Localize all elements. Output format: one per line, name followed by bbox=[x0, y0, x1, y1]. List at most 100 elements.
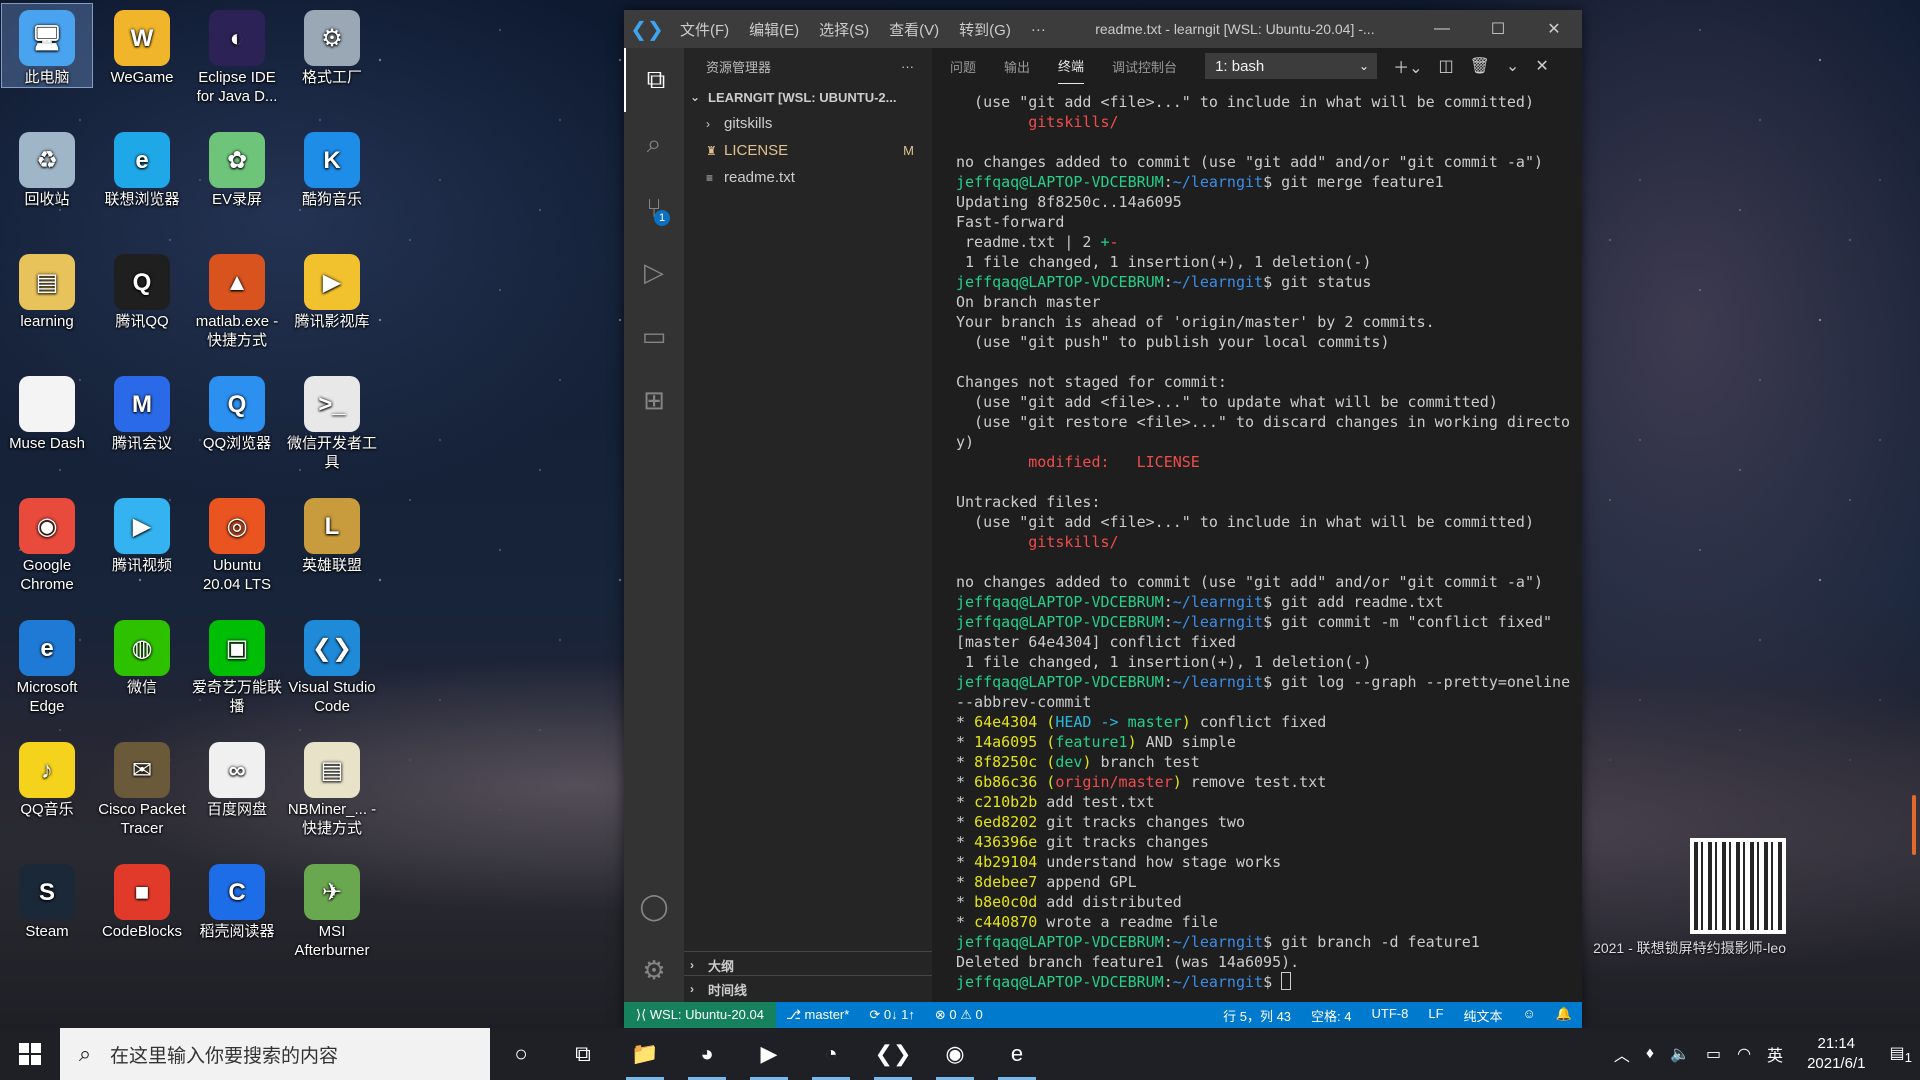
desktop-icon[interactable]: L 英雄联盟 bbox=[287, 492, 377, 575]
ubuntu-icon[interactable]: ◔ bbox=[800, 1028, 862, 1080]
desktop-icon[interactable]: ♻ 回收站 bbox=[2, 126, 92, 209]
sync-indicator[interactable]: ⟳ 0↓ 1↑ bbox=[859, 1007, 925, 1023]
desktop-icon[interactable]: ◉ Google Chrome bbox=[2, 492, 92, 594]
menu-file[interactable]: 文件(F) bbox=[670, 19, 739, 40]
chrome-icon[interactable]: ◉ bbox=[924, 1028, 986, 1080]
desktop-icon[interactable]: ✉ Cisco Packet Tracer bbox=[97, 736, 187, 838]
desktop-icon[interactable]: ▶ 腾讯视频 bbox=[97, 492, 187, 575]
desktop-icon[interactable]: ✈ MSI Afterburner bbox=[287, 858, 377, 960]
cursor-position[interactable]: 行 5，列 43 bbox=[1213, 1006, 1301, 1025]
explorer-more-icon[interactable]: ··· bbox=[901, 59, 914, 74]
extensions-icon[interactable]: ⊞ bbox=[624, 368, 684, 432]
desktop-icon[interactable]: ■ CodeBlocks bbox=[97, 858, 187, 941]
notifications-bell-icon[interactable]: 🔔 bbox=[1546, 1006, 1582, 1025]
desktop-icon[interactable]: Q QQ浏览器 bbox=[192, 370, 282, 453]
chevron-up-icon[interactable]: ︿ bbox=[1606, 1042, 1638, 1066]
tab-output[interactable]: 输出 bbox=[1004, 49, 1030, 84]
desktop-icon[interactable]: ❮❯ Visual Studio Code bbox=[287, 614, 377, 716]
terminal-output[interactable]: (use "git add <file>..." to include in w… bbox=[956, 92, 1572, 1002]
maximize-panel-icon[interactable]: ⌄ bbox=[1506, 56, 1519, 76]
lenovo-browser-icon[interactable]: e bbox=[986, 1028, 1048, 1080]
desktop-icon[interactable]: ⚙ 格式工厂 bbox=[287, 4, 377, 87]
desktop-icon[interactable]: ▲ matlab.exe - 快捷方式 bbox=[192, 248, 282, 350]
git-modified-badge: M bbox=[903, 143, 914, 158]
desktop-icon[interactable]: ▣ 爱奇艺万能联播 bbox=[192, 614, 282, 716]
desktop-icon[interactable]: ◎ Ubuntu 20.04 LTS bbox=[192, 492, 282, 594]
ime-indicator[interactable]: 英 bbox=[1759, 1042, 1791, 1066]
end-of-line[interactable]: LF bbox=[1418, 1006, 1453, 1025]
menu-view[interactable]: 查看(V) bbox=[879, 19, 949, 40]
tree-item-gitskills[interactable]: › gitskills bbox=[684, 110, 932, 137]
remote-indicator[interactable]: ⟩⟨ WSL: Ubuntu-20.04 bbox=[624, 1002, 776, 1028]
source-control-icon[interactable]: ⑂ 1 bbox=[624, 176, 684, 240]
wifi-icon[interactable]: ◠ bbox=[1729, 1044, 1759, 1064]
qq-browser-icon[interactable]: ◕ bbox=[676, 1028, 738, 1080]
tab-problems[interactable]: 问题 bbox=[950, 49, 976, 84]
trash-icon[interactable]: 🗑 bbox=[1470, 56, 1490, 76]
desktop-icon[interactable]: e Microsoft Edge bbox=[2, 614, 92, 716]
close-panel-icon[interactable]: ✕ bbox=[1535, 56, 1548, 76]
desktop-icon[interactable]: ◐ Eclipse IDE for Java D... bbox=[192, 4, 282, 106]
menu-more[interactable]: ··· bbox=[1021, 21, 1056, 38]
desktop-icon[interactable]: K 酷狗音乐 bbox=[287, 126, 377, 209]
explorer-icon[interactable]: ⧉ bbox=[624, 48, 686, 112]
tab-debug-console[interactable]: 调试控制台 bbox=[1112, 49, 1177, 84]
app-icon: ⚙ bbox=[304, 10, 360, 66]
desktop-icon[interactable]: Q 腾讯QQ bbox=[97, 248, 187, 331]
feedback-icon[interactable]: ☺ bbox=[1513, 1006, 1546, 1025]
settings-gear-icon[interactable]: ⚙ bbox=[624, 938, 684, 1002]
clock[interactable]: 21:14 2021/6/1 bbox=[1791, 1034, 1881, 1074]
desktop-icon[interactable]: S Steam bbox=[2, 858, 92, 941]
close-icon[interactable]: ✕ bbox=[1526, 19, 1582, 39]
desktop-icon[interactable]: 🖥 此电脑 bbox=[1, 3, 93, 88]
menu-selection[interactable]: 选择(S) bbox=[809, 19, 879, 40]
search-icon[interactable]: ⌕ bbox=[624, 112, 684, 176]
tab-terminal[interactable]: 终端 bbox=[1058, 48, 1085, 84]
account-icon[interactable]: ◯ bbox=[624, 874, 684, 938]
new-terminal-icon[interactable]: ＋⌄ bbox=[1393, 54, 1422, 78]
outline-section[interactable]: › 大纲 bbox=[684, 951, 932, 978]
encoding[interactable]: UTF-8 bbox=[1362, 1006, 1419, 1025]
menu-edit[interactable]: 编辑(E) bbox=[739, 19, 809, 40]
action-center-icon[interactable]: ▤1 bbox=[1881, 1043, 1920, 1065]
desktop-icon[interactable]: ▤ learning bbox=[2, 248, 92, 331]
desktop-icon[interactable]: ✿ EV录屏 bbox=[192, 126, 282, 209]
desktop-icon[interactable]: M 腾讯会议 bbox=[97, 370, 187, 453]
desktop-icon[interactable]: ◍ 微信 bbox=[97, 614, 187, 697]
maximize-icon[interactable]: ☐ bbox=[1470, 19, 1526, 39]
split-terminal-icon[interactable]: ◫ bbox=[1438, 56, 1453, 76]
language-mode[interactable]: 纯文本 bbox=[1454, 1006, 1513, 1025]
tree-item-license[interactable]: ♜ LICENSE M bbox=[684, 137, 932, 164]
volume-icon[interactable]: 🔈 bbox=[1662, 1044, 1698, 1064]
minimize-icon[interactable]: — bbox=[1414, 20, 1470, 38]
tray-app-icon[interactable]: ♦ bbox=[1638, 1045, 1662, 1063]
desktop-icon[interactable]: >_ 微信开发者工具 bbox=[287, 370, 377, 472]
start-button[interactable] bbox=[0, 1028, 60, 1080]
taskbar-search-box[interactable]: ⌕ 在这里输入你要搜索的内容 bbox=[60, 1028, 490, 1080]
desktop-icon[interactable]: ▶ 腾讯影视库 bbox=[287, 248, 377, 331]
workspace-folder[interactable]: ⌄ LEARNGIT [WSL: UBUNTU-2... bbox=[684, 84, 932, 110]
cortana-icon[interactable]: ○ bbox=[490, 1028, 552, 1080]
task-view-icon[interactable]: ⧉ bbox=[552, 1028, 614, 1080]
desktop-icon[interactable]: W WeGame bbox=[97, 4, 187, 87]
branch-indicator[interactable]: ⎇ master* bbox=[776, 1007, 859, 1023]
terminal-select[interactable]: 1: bash ⌄ bbox=[1205, 53, 1378, 79]
timeline-section[interactable]: › 时间线 bbox=[684, 975, 932, 1002]
indentation[interactable]: 空格: 4 bbox=[1301, 1006, 1361, 1025]
desktop-icon[interactable]: C 稻壳阅读器 bbox=[192, 858, 282, 941]
desktop-icon[interactable]: e 联想浏览器 bbox=[97, 126, 187, 209]
desktop-icon[interactable]: ♪ QQ音乐 bbox=[2, 736, 92, 819]
desktop-icon[interactable]: ∞ 百度网盘 bbox=[192, 736, 282, 819]
remote-explorer-icon[interactable]: ▭ bbox=[624, 304, 684, 368]
battery-icon[interactable]: ▭ bbox=[1698, 1044, 1729, 1064]
desktop-icon[interactable]: Muse Dash bbox=[2, 370, 92, 453]
desktop-icon[interactable]: ▤ NBMiner_... - 快捷方式 bbox=[287, 736, 377, 838]
tencent-video-icon[interactable]: ▶ bbox=[738, 1028, 800, 1080]
file-explorer-icon[interactable]: 📁 bbox=[614, 1028, 676, 1080]
terminal-segment: * bbox=[956, 773, 975, 791]
tree-item-readme[interactable]: ≡ readme.txt bbox=[684, 164, 932, 191]
run-debug-icon[interactable]: ▷ bbox=[624, 240, 684, 304]
problems-indicator[interactable]: ⊗ 0 ⚠ 0 bbox=[925, 1007, 993, 1023]
menu-go[interactable]: 转到(G) bbox=[949, 19, 1021, 40]
vscode-icon[interactable]: ❮❯ bbox=[862, 1028, 924, 1080]
